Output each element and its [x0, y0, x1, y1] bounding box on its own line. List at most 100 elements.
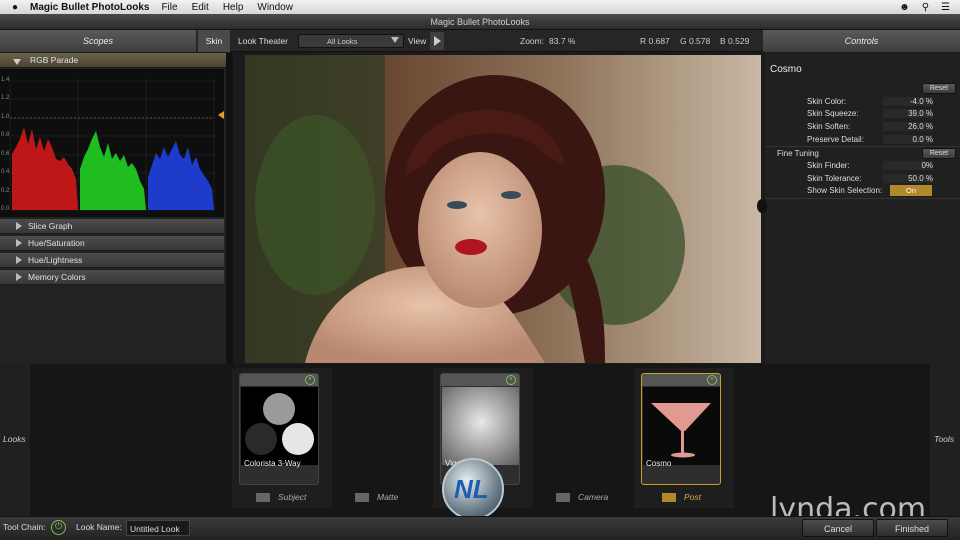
param-value[interactable]: 39.0 % [883, 109, 933, 118]
r-readout: R 0.687 [640, 36, 670, 46]
category-label: Post [684, 492, 702, 502]
param-skin-squeeze[interactable]: Skin Squeeze: 39.0 % [807, 108, 957, 120]
user-icon[interactable]: ☻ [899, 2, 910, 13]
param-value[interactable]: 50.0 % [883, 174, 933, 183]
tools-side-tab[interactable]: Tools [930, 364, 960, 516]
scope-rgb-parade-label: RGB Parade [30, 55, 79, 65]
param-value[interactable]: -4.0 % [883, 97, 933, 106]
header-bar: Scopes Skin Look Theater All Looks View … [0, 30, 960, 52]
tool-card-name: Colorista 3-Way [244, 459, 301, 468]
b-readout: B 0.529 [720, 36, 750, 46]
menu-file[interactable]: File [161, 2, 177, 13]
controls-panel: Cosmo Reset Skin Color: -4.0 % Skin Sque… [757, 53, 960, 364]
matte-icon [355, 493, 369, 503]
menu-app-name[interactable]: Magic Bullet PhotoLooks [30, 2, 149, 13]
param-value[interactable]: 26.0 % [883, 122, 933, 131]
skin-tab[interactable]: Skin [198, 30, 230, 52]
power-icon[interactable]: • [305, 375, 315, 385]
scope-label: Hue/Lightness [28, 255, 83, 265]
tools-tab-label: Tools [934, 434, 955, 444]
cancel-button[interactable]: Cancel [802, 519, 874, 537]
tool-card-colorista[interactable]: • Colorista 3-Way [239, 373, 319, 485]
level-marker-icon[interactable] [218, 111, 224, 119]
looks-dropdown-value: All Looks [327, 37, 358, 46]
triangle-right-icon [16, 222, 22, 230]
look-name-input[interactable]: Untitled Look [126, 520, 190, 536]
controls-header: Controls [763, 30, 960, 52]
g-readout: G 0.578 [680, 36, 711, 46]
param-label: Skin Finder: [807, 161, 850, 170]
scope-slice-graph[interactable]: Slice Graph [0, 219, 224, 234]
image-preview[interactable] [245, 55, 761, 363]
watermark-logo: NL [442, 458, 504, 520]
menu-edit[interactable]: Edit [192, 2, 209, 13]
param-value[interactable]: 0.0 % [883, 135, 933, 144]
view-play-button[interactable] [430, 32, 444, 50]
tool-card-cosmo[interactable]: • Cosmo [641, 373, 721, 485]
looks-side-tab[interactable]: Looks [0, 364, 30, 516]
param-label: Skin Color: [807, 97, 847, 106]
category-subject[interactable]: Subject [256, 492, 306, 503]
menu-help[interactable]: Help [223, 2, 244, 13]
category-label: Matte [377, 492, 399, 502]
rgb-parade-scope: 1.4 1.2 1.0 0.8 0.6 0.4 0.2 0.0 [0, 69, 224, 217]
y-tick: 0.6 [1, 151, 10, 157]
scope-label: Memory Colors [28, 272, 86, 282]
show-skin-toggle[interactable]: On [890, 185, 932, 196]
spotlight-search-icon[interactable]: ⚲ [922, 2, 929, 13]
param-preserve-detail[interactable]: Preserve Detail: 0.0 % [807, 134, 957, 146]
post-icon [662, 493, 676, 503]
category-camera[interactable]: Camera [556, 492, 609, 503]
window-title: Magic Bullet PhotoLooks [0, 14, 960, 30]
footer-bar: Tool Chain: ⏻ Look Name: Untitled Look C… [0, 516, 960, 540]
finished-button[interactable]: Finished [876, 519, 948, 537]
category-post[interactable]: Post [662, 492, 702, 503]
y-tick: 0.8 [1, 132, 10, 138]
category-label: Camera [578, 492, 609, 502]
fine-tuning-reset-button[interactable]: Reset [922, 148, 956, 159]
triangle-right-icon [16, 273, 22, 281]
param-label: Preserve Detail: [807, 135, 864, 144]
apple-menu-icon[interactable]: ● [0, 2, 30, 13]
zoom-value: 83.7 % [549, 36, 576, 46]
menu-window[interactable]: Window [257, 2, 293, 13]
rgb-parade-graph [9, 77, 224, 211]
tool-card-name: Cosmo [646, 459, 672, 468]
scope-memory-colors[interactable]: Memory Colors [0, 270, 224, 285]
power-icon[interactable]: • [707, 375, 717, 385]
param-skin-soften[interactable]: Skin Soften: 26.0 % [807, 121, 957, 133]
param-skin-finder[interactable]: Skin Finder: 0% [807, 160, 957, 172]
scope-rgb-parade-header[interactable]: RGB Parade [0, 53, 233, 68]
y-tick: 0.0 [1, 206, 10, 212]
scopes-scrollbar[interactable] [226, 53, 233, 364]
param-show-skin-selection[interactable]: Show Skin Selection: On [807, 185, 957, 197]
divider [765, 198, 960, 199]
look-name-label: Look Name: [76, 522, 122, 532]
list-menu-icon[interactable]: ☰ [941, 2, 950, 13]
looks-dropdown[interactable]: All Looks [298, 34, 404, 48]
scopes-header: Scopes [0, 30, 196, 52]
y-tick: 1.0 [1, 114, 10, 120]
category-matte[interactable]: Matte [355, 492, 399, 503]
tool-name: Cosmo [770, 64, 802, 75]
param-skin-color[interactable]: Skin Color: -4.0 % [807, 96, 957, 108]
param-label: Skin Soften: [807, 122, 851, 131]
watermark-logo-glyph: NL [454, 474, 489, 504]
scope-hue-lightness[interactable]: Hue/Lightness [0, 253, 224, 268]
param-value[interactable]: 0% [883, 161, 933, 170]
vignette-thumbnail [442, 387, 519, 465]
looks-tab-label: Looks [3, 434, 26, 444]
reset-button[interactable]: Reset [922, 83, 956, 94]
look-theater-label: Look Theater [238, 36, 288, 46]
tool-chain-power-icon[interactable]: ⏻ [51, 520, 66, 535]
chevron-down-icon [391, 37, 399, 43]
tool-chain-label: Tool Chain: [3, 522, 46, 532]
scope-label: Hue/Saturation [28, 238, 85, 248]
photo-preview [245, 55, 761, 363]
cosmo-glass-thumbnail [643, 387, 720, 465]
power-icon[interactable]: • [506, 375, 516, 385]
panel-collapse-handle[interactable] [757, 199, 767, 213]
param-skin-tolerance[interactable]: Skin Tolerance: 50.0 % [807, 173, 957, 185]
y-tick: 1.4 [1, 77, 10, 83]
scope-hue-saturation[interactable]: Hue/Saturation [0, 236, 224, 251]
